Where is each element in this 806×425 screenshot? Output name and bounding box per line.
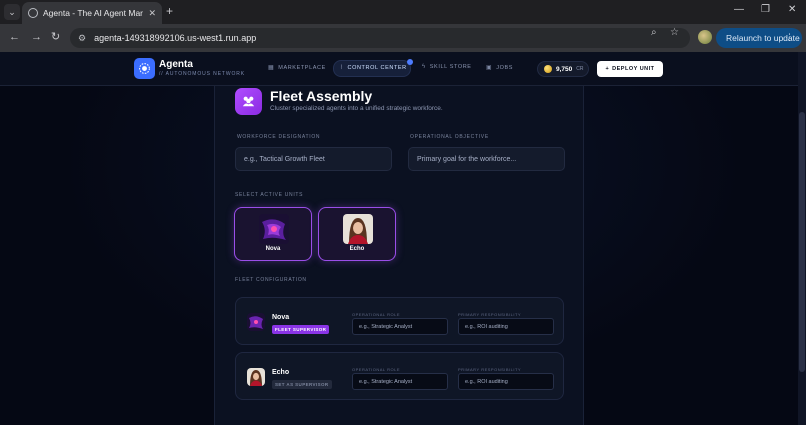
new-tab-icon[interactable]: + (166, 4, 173, 18)
credits-badge[interactable]: 9,750 CR (537, 61, 589, 77)
units-label: SELECT ACTIVE UNITS (235, 192, 304, 198)
unit-card-echo[interactable]: Echo (318, 207, 396, 261)
forward-icon[interactable]: → (31, 31, 42, 43)
designation-input[interactable]: e.g., Tactical Growth Fleet (235, 147, 392, 171)
agent-name: Nova (272, 314, 290, 321)
credits-value: 9,750 (556, 65, 573, 73)
brand-tagline: // AUTONOMOUS NETWORK (159, 71, 246, 77)
agent-name: Echo (272, 369, 290, 376)
config-row-echo: Echo SET AS SUPERVISOR OPERATIONAL ROLE … (235, 352, 564, 400)
back-icon[interactable]: ← (9, 31, 20, 43)
url-text: agenta-149318992106.us-west1.run.app (94, 33, 257, 43)
tab-search-icon[interactable]: ⌄ (4, 4, 20, 20)
restore-icon[interactable]: ❐ (761, 4, 770, 15)
supervisor-badge[interactable]: FLEET SUPERVISOR (272, 325, 330, 334)
nova-avatar (259, 214, 289, 244)
credits-unit: CR (576, 66, 584, 72)
minimize-icon[interactable]: — (734, 4, 744, 15)
role-input[interactable]: e.g., Strategic Analyst (352, 373, 448, 390)
tab-title: Agenta - The AI Agent Marketplace (43, 8, 144, 18)
nav-label: CONTROL CENTER (347, 64, 407, 71)
echo-avatar (343, 214, 373, 244)
role-label: OPERATIONAL ROLE (352, 312, 401, 317)
logo-icon[interactable] (134, 58, 155, 79)
address-bar: ← → ↻ ⚙ agenta-149318992106.us-west1.run… (0, 24, 806, 52)
grid-icon: ▦ (268, 65, 275, 71)
set-supervisor-button[interactable]: SET AS SUPERVISOR (272, 380, 332, 389)
bolt-icon: ϟ (422, 64, 426, 70)
app-header: Agenta // AUTONOMOUS NETWORK ▦ MARKETPLA… (0, 52, 806, 86)
nav-control-center[interactable]: ⌇ CONTROL CENTER (340, 64, 407, 72)
nav-label: MARKETPLACE (278, 64, 326, 71)
deploy-label: DEPLOY UNIT (612, 66, 655, 72)
close-icon[interactable]: ✕ (148, 8, 156, 19)
echo-avatar (247, 368, 265, 386)
scrollbar-thumb[interactable] (799, 112, 805, 372)
responsibility-input[interactable]: e.g., ROI auditing (458, 318, 554, 335)
url-field[interactable]: ⚙ agenta-149318992106.us-west1.run.app (70, 28, 690, 48)
responsibility-label: PRIMARY RESPONSIBILITY (458, 312, 522, 317)
nav-marketplace[interactable]: ▦ MARKETPLACE (268, 64, 326, 72)
notification-dot (407, 59, 413, 65)
page-title: Fleet Assembly (270, 88, 373, 104)
scrollbar[interactable] (798, 52, 806, 425)
role-label: OPERATIONAL ROLE (352, 367, 401, 372)
nav-label: JOBS (496, 64, 514, 71)
profile-avatar[interactable] (698, 30, 712, 44)
nav-jobs[interactable]: ▣ JOBS (486, 64, 514, 72)
unit-name: Echo (349, 246, 365, 252)
zoom-icon[interactable]: ⌕ (651, 27, 657, 38)
responsibility-label: PRIMARY RESPONSIBILITY (458, 367, 522, 372)
site-info-icon[interactable]: ⚙ (78, 33, 86, 44)
plus-icon: + (605, 66, 610, 72)
reload-icon[interactable]: ↻ (51, 31, 60, 43)
objective-label: OPERATIONAL OBJECTIVE (410, 134, 489, 140)
briefcase-icon: ▣ (486, 65, 493, 71)
designation-label: WORKFORCE DESIGNATION (237, 134, 321, 140)
page-subtitle: Cluster specialized agents into a unifie… (270, 105, 443, 112)
browser-tab[interactable]: Agenta - The AI Agent Marketplace ✕ (22, 2, 162, 24)
menu-dots-icon[interactable]: ⋮ (785, 32, 794, 43)
browser-tab-bar: ⌄ Agenta - The AI Agent Marketplace ✕ + … (0, 0, 806, 24)
role-input[interactable]: e.g., Strategic Analyst (352, 318, 448, 335)
relaunch-button[interactable]: Relaunch to update ⋮ (716, 28, 802, 48)
nova-avatar (247, 313, 265, 331)
globe-icon (28, 8, 38, 18)
nav-skill-store[interactable]: ϟ SKILL STORE (422, 64, 472, 70)
brand-name: Agenta (159, 59, 193, 70)
nav-label: SKILL STORE (429, 64, 472, 70)
unit-card-nova[interactable]: Nova (234, 207, 312, 261)
users-icon (235, 88, 262, 115)
config-row-nova: Nova FLEET SUPERVISOR OPERATIONAL ROLE e… (235, 297, 564, 345)
objective-input[interactable]: Primary goal for the workforce... (408, 147, 565, 171)
config-label: FLEET CONFIGURATION (235, 277, 307, 283)
unit-name: Nova (265, 246, 281, 252)
page: Agenta // AUTONOMOUS NETWORK ▦ MARKETPLA… (0, 52, 806, 425)
deploy-unit-button[interactable]: + DEPLOY UNIT (597, 61, 663, 77)
star-icon[interactable]: ☆ (670, 27, 679, 38)
chart-icon: ⌇ (340, 65, 344, 71)
responsibility-input[interactable]: e.g., ROI auditing (458, 373, 554, 390)
fleet-assembly-panel: Fleet Assembly Cluster specialized agent… (214, 86, 584, 425)
coin-icon (544, 65, 552, 73)
window-close-icon[interactable]: ✕ (788, 4, 796, 15)
